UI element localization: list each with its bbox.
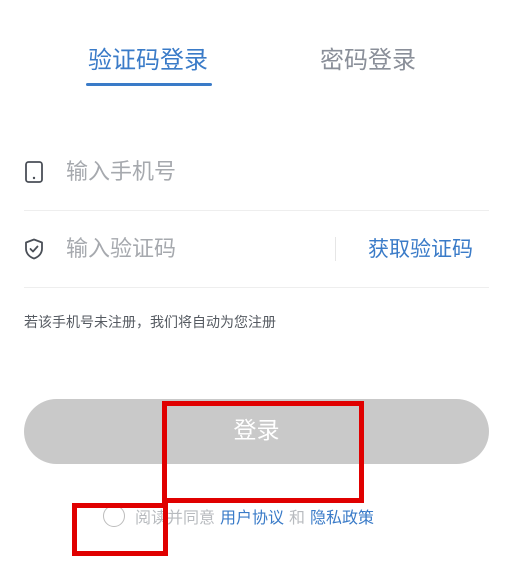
phone-input[interactable]	[66, 154, 326, 190]
shield-check-icon	[24, 238, 44, 260]
code-input[interactable]	[66, 231, 326, 267]
divider	[24, 287, 489, 288]
phone-icon	[24, 161, 44, 183]
agreement-prefix: 阅读并同意	[135, 508, 216, 527]
register-hint: 若该手机号未注册，我们将自动为您注册	[24, 315, 276, 331]
code-row: 获取验证码	[24, 211, 489, 287]
get-code-button[interactable]: 获取验证码	[368, 235, 473, 263]
tab-active-underline	[86, 83, 212, 86]
agree-radio[interactable]	[103, 505, 125, 527]
agreement-row: 阅读并同意 用户协议 和 隐私政策	[103, 504, 379, 528]
privacy-policy-link[interactable]: 隐私政策	[310, 504, 374, 528]
login-page: 验证码登录 密码登录 获取验证码 若该手机号未注册，我们将自动为您注册 登录 阅…	[0, 0, 515, 576]
tab-sms-login[interactable]: 验证码登录	[88, 44, 208, 76]
user-agreement-link[interactable]: 用户协议	[220, 504, 284, 528]
vertical-divider	[335, 237, 336, 261]
agreement-and: 和	[289, 508, 306, 527]
login-button[interactable]: 登录	[24, 399, 489, 464]
tab-password-login[interactable]: 密码登录	[320, 44, 416, 76]
phone-row	[24, 134, 489, 210]
